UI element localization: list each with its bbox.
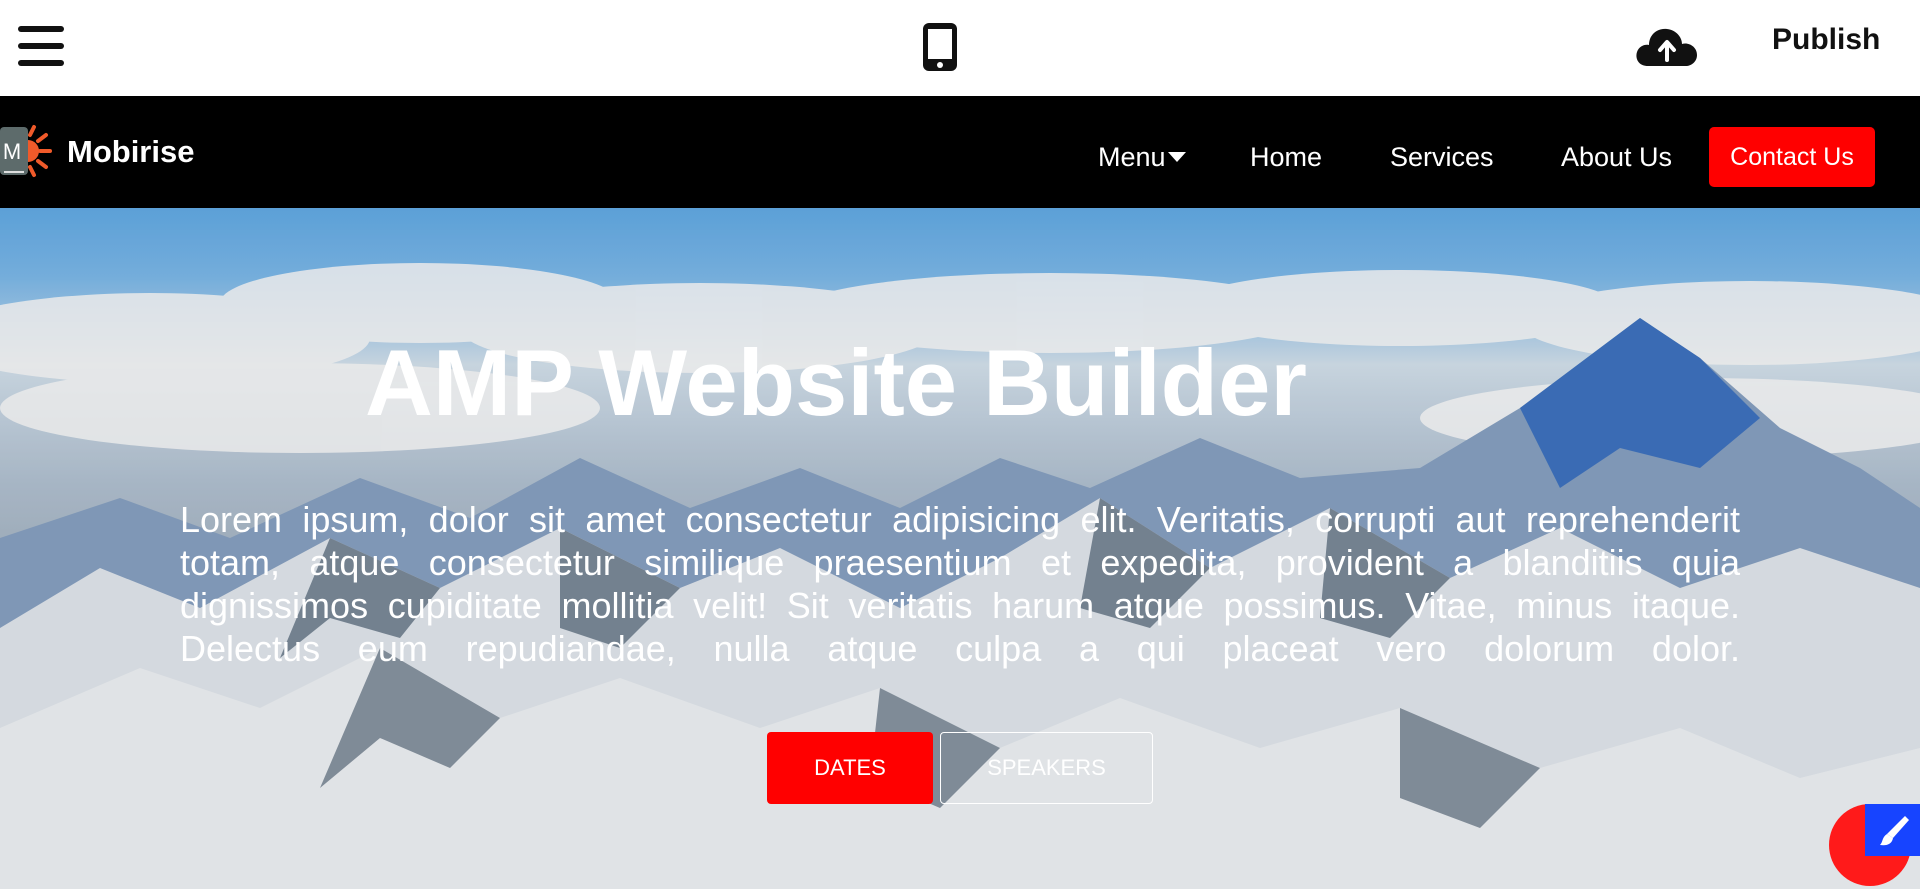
hero-paragraph-line: Lorem ipsum, dolor sit amet consectetur …	[180, 499, 1740, 540]
nav-item-services[interactable]: Services	[1390, 141, 1494, 173]
nav-item-menu-label: Menu	[1098, 142, 1166, 172]
contact-us-button[interactable]: Contact Us	[1709, 127, 1875, 187]
brand-logo[interactable]: M	[0, 123, 56, 179]
hamburger-menu-icon[interactable]	[18, 26, 64, 66]
hero-paragraph-line: totam, atque consectetur similique praes…	[180, 542, 1740, 583]
caret-down-icon	[1167, 152, 1186, 162]
cloud-upload-icon[interactable]	[1634, 20, 1700, 72]
dates-button[interactable]: DATES	[767, 732, 933, 804]
hero-section: AMP Website Builder Lorem ipsum, dolor s…	[0, 208, 1920, 889]
hero-title-text: AMP Website Builder	[365, 330, 1307, 435]
publish-button[interactable]: Publish	[1772, 22, 1880, 58]
speakers-button[interactable]: SPEAKERS	[940, 732, 1153, 804]
brand-logo-letter: M	[3, 139, 21, 164]
brand-name[interactable]: Mobirise	[67, 134, 194, 170]
nav-item-home[interactable]: Home	[1250, 141, 1322, 173]
mobile-phone-icon[interactable]	[921, 22, 959, 72]
nav-item-menu[interactable]: Menu	[1098, 141, 1186, 173]
paint-brush-icon[interactable]	[1865, 804, 1920, 856]
hero-paragraph: Lorem ipsum, dolor sit amet consectetur …	[180, 498, 1740, 670]
editor-toolbar: Publish	[0, 0, 1920, 96]
site-navbar: M Mobirise Menu Home Services About Us C…	[0, 96, 1920, 208]
hero-paragraph-line: Delectus eum repudiandae, nulla atque cu…	[180, 628, 1740, 669]
hero-title: AMP Website Builder	[0, 328, 1920, 438]
nav-item-about-us[interactable]: About Us	[1561, 141, 1672, 173]
hero-paragraph-line: dignissimos cupiditate mollitia velit! S…	[180, 585, 1740, 626]
